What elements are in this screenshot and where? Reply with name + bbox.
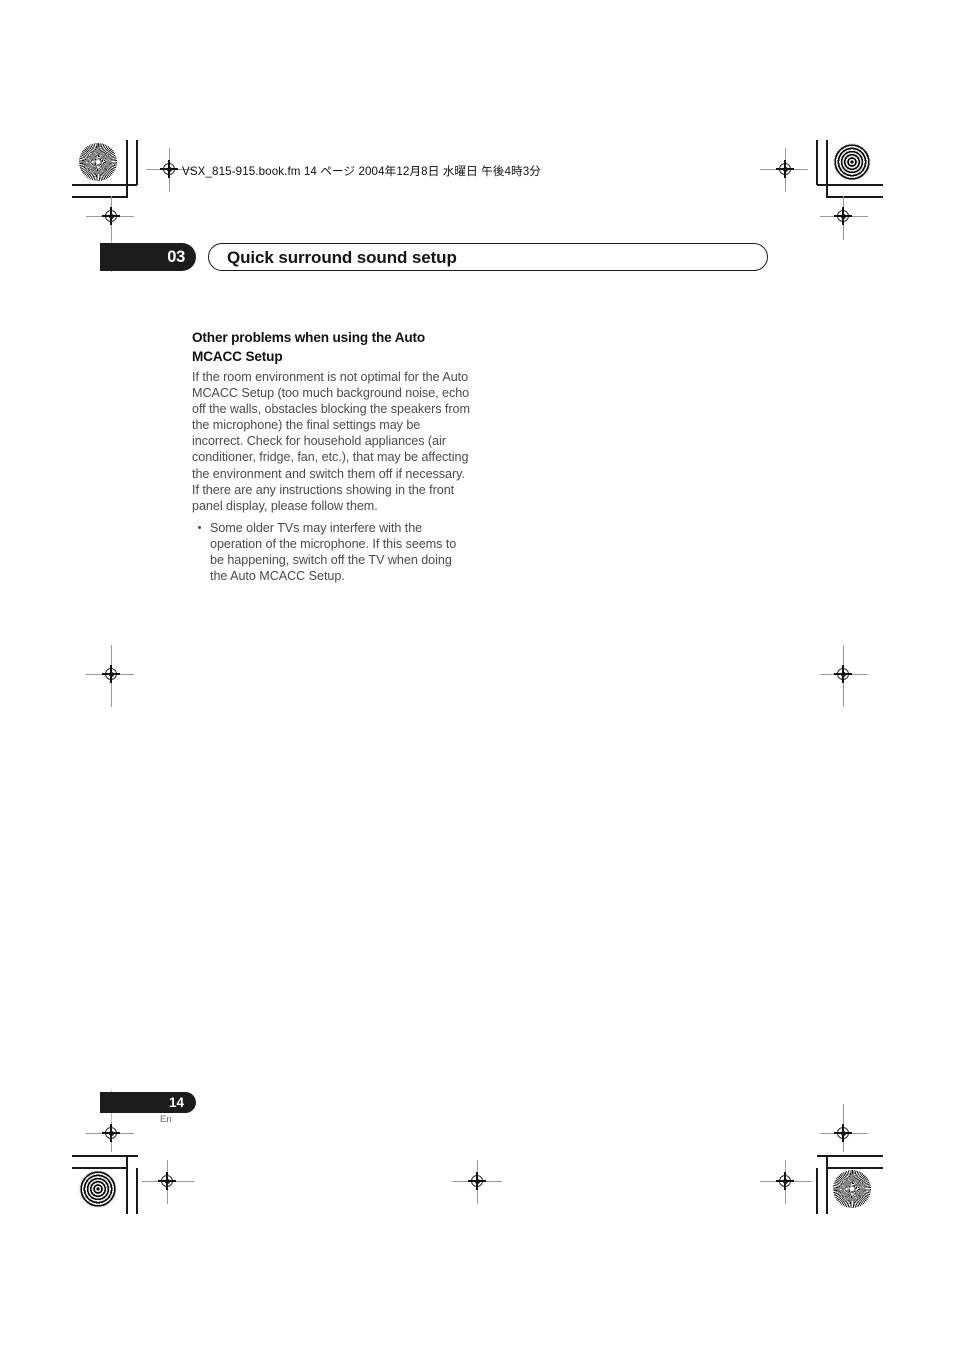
crop-mark-top-right-horizontal-outer (817, 184, 883, 186)
registration-target-mid-left (100, 663, 122, 685)
crop-mark-bottom-left-horizontal-outer (72, 1155, 138, 1157)
crop-mark-top-right-horizontal-inner (827, 196, 883, 198)
list-item-text: Some older TVs may interfere with the op… (210, 520, 457, 584)
crop-mark-top-right-vertical-inner (816, 140, 818, 185)
registration-target-upper-right (832, 205, 854, 227)
registration-starburst-bottom-right (833, 1170, 871, 1208)
bullet-dot-icon (198, 525, 201, 529)
registration-target-lower-right (832, 1122, 854, 1144)
crop-mark-top-right-vertical-outer (826, 140, 828, 198)
registration-target-upper-left (100, 205, 122, 227)
crop-mark-bottom-left-horizontal-inner (72, 1167, 128, 1169)
registration-target-top-left (158, 158, 180, 180)
section-heading: Other problems when using the Auto MCACC… (192, 330, 426, 364)
print-slug-line: VSX_815-915.book.fm 14 ページ 2004年12月8日 水曜… (182, 163, 541, 179)
chapter-title: Quick surround sound setup (227, 248, 457, 267)
body-content-column: Other problems when using the Auto MCACC… (192, 328, 470, 584)
registration-starburst-bottom-left (79, 1170, 117, 1208)
chapter-number-tab: 03 (100, 243, 196, 271)
registration-starburst-top-right (833, 143, 871, 181)
note-bullet-list: Some older TVs may interfere with the op… (192, 520, 470, 584)
crop-mark-top-left-vertical-outer (126, 140, 128, 198)
crop-mark-top-left-vertical-inner (136, 140, 138, 185)
chapter-header: 03 Quick surround sound setup (100, 243, 768, 271)
crop-mark-top-left-horizontal-outer (72, 184, 137, 186)
page-number-pill: 14 (100, 1092, 196, 1113)
registration-target-top-right (774, 158, 796, 180)
registration-target-bottom-left (156, 1170, 178, 1192)
registration-target-mid-right (832, 663, 854, 685)
chapter-number: 03 (167, 248, 185, 266)
registration-target-bottom-center (466, 1170, 488, 1192)
registration-target-bottom-right (774, 1170, 796, 1192)
printed-page-sheet: VSX_815-915.book.fm 14 ページ 2004年12月8日 水曜… (0, 0, 954, 1351)
page-number: 14 (168, 1095, 184, 1110)
registration-target-lower-left (100, 1122, 122, 1144)
crop-mark-bottom-right-vertical-outer (826, 1156, 828, 1214)
crop-mark-bottom-left-vertical-inner (136, 1168, 138, 1214)
body-paragraph: If the room environment is not optimal f… (192, 370, 470, 513)
list-item: Some older TVs may interfere with the op… (192, 520, 470, 584)
crop-mark-bottom-left-vertical-outer (126, 1156, 128, 1214)
registration-starburst-top-left (79, 143, 117, 181)
chapter-title-pill: Quick surround sound setup (208, 243, 768, 271)
crop-mark-bottom-right-horizontal-inner (827, 1167, 883, 1169)
crop-mark-bottom-right-vertical-inner (816, 1168, 818, 1214)
crop-mark-top-left-horizontal-inner (72, 196, 127, 198)
language-code: En (160, 1114, 172, 1125)
slug-text: VSX_815-915.book.fm 14 ページ 2004年12月8日 水曜… (182, 165, 541, 178)
